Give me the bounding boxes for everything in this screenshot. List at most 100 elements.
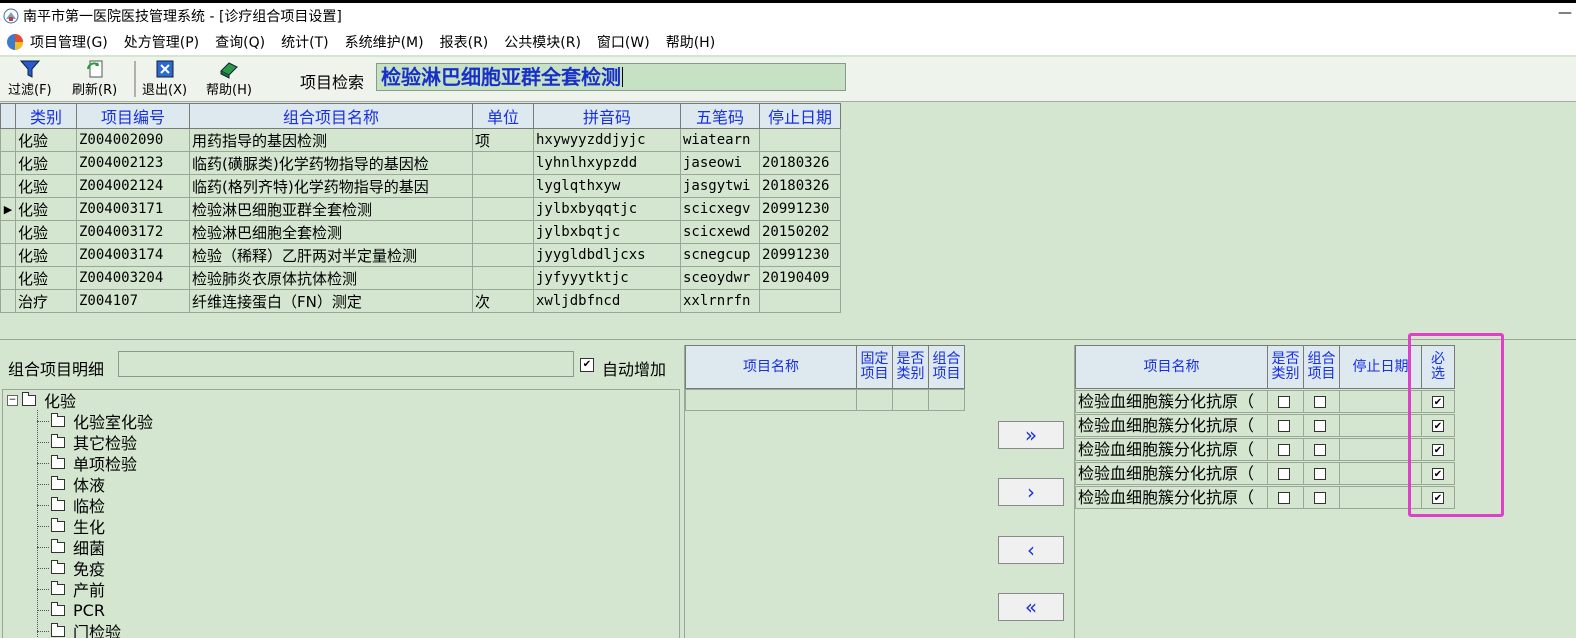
cell-stop-date[interactable]: 20991230: [759, 197, 841, 221]
cell-unit[interactable]: [472, 197, 534, 221]
right-cell-name[interactable]: 检验血细胞簇分化抗原（: [1075, 462, 1268, 485]
cell-pinyin[interactable]: jylbxbqtjc: [533, 220, 681, 244]
cell-stop-date[interactable]: 20991230: [759, 243, 841, 267]
cell-category[interactable]: 化验: [15, 174, 77, 198]
right-cell-group[interactable]: [1303, 486, 1340, 509]
group-checkbox[interactable]: [1314, 492, 1326, 504]
col-pinyin[interactable]: 拼音码: [533, 103, 681, 129]
right-col-is-category[interactable]: 是否类别: [1267, 345, 1304, 389]
cell-name[interactable]: 纤维连接蛋白（FN）测定: [189, 289, 473, 313]
cell-stop-date[interactable]: 20180326: [759, 174, 841, 198]
cell-unit[interactable]: 项: [472, 128, 534, 152]
search-input[interactable]: 检验淋巴细胞亚群全套检测: [376, 63, 846, 91]
right-cell-name[interactable]: 检验血细胞簇分化抗原（: [1075, 486, 1268, 509]
table-row[interactable]: 化验 Z004002123 临药(磺脲类)化学药物指导的基因检 lyhnlhxypzd…: [0, 151, 841, 175]
col-code[interactable]: 项目编号: [76, 103, 190, 129]
list-item[interactable]: 检验血细胞簇分化抗原（ ✔: [1075, 414, 1455, 437]
cell-name[interactable]: 检验（稀释）乙肝两对半定量检测: [189, 243, 473, 267]
right-cell-name[interactable]: 检验血细胞簇分化抗原（: [1075, 438, 1268, 461]
tree-node[interactable]: 化验室化验: [51, 411, 153, 432]
cell-pinyin[interactable]: lyglqthxyw: [533, 174, 681, 198]
table-row[interactable]: 化验 Z004003204 检验肺炎衣原体抗体检测 jyfyyytktjc sceoyd…: [0, 266, 841, 290]
cell-pinyin[interactable]: lyhnlhxypzdd: [533, 151, 681, 175]
col-category[interactable]: 类别: [15, 103, 77, 129]
tree-node[interactable]: 其它检验: [51, 432, 137, 453]
cell-wubi[interactable]: scicxewd: [680, 220, 760, 244]
remove-all-button[interactable]: «: [998, 593, 1064, 621]
filter-button[interactable]: 过滤(F): [8, 59, 52, 98]
mid-empty-cell[interactable]: [892, 389, 929, 411]
remove-one-button[interactable]: ‹: [998, 536, 1064, 564]
col-unit[interactable]: 单位: [472, 103, 534, 129]
tree-node-root[interactable]: − 化验: [7, 390, 76, 411]
right-col-group[interactable]: 组合项目: [1303, 345, 1340, 389]
cell-pinyin[interactable]: xwljdbfncd: [533, 289, 681, 313]
help-button[interactable]: 帮助(H): [206, 59, 252, 98]
group-checkbox[interactable]: [1314, 444, 1326, 456]
exit-button[interactable]: 退出(X): [142, 59, 187, 98]
cell-code[interactable]: Z004003172: [76, 220, 190, 244]
table-row[interactable]: 治疗 Z004107 纤维连接蛋白（FN）测定次 xwljdbfncd xxlrnrfn: [0, 289, 841, 313]
mid-col-is-category[interactable]: 是否类别: [892, 345, 929, 389]
cell-wubi[interactable]: jaseowi: [680, 151, 760, 175]
cell-unit[interactable]: [472, 220, 534, 244]
cell-name[interactable]: 检验肺炎衣原体抗体检测: [189, 266, 473, 290]
right-cell-is-category[interactable]: [1267, 438, 1304, 461]
is-category-checkbox[interactable]: [1278, 420, 1290, 432]
right-cell-name[interactable]: 检验血细胞簇分化抗原（: [1075, 414, 1268, 437]
list-item[interactable]: 检验血细胞簇分化抗原（ ✔: [1075, 390, 1455, 413]
right-cell-name[interactable]: 检验血细胞簇分化抗原（: [1075, 390, 1268, 413]
cell-wubi[interactable]: scicxegv: [680, 197, 760, 221]
cell-category[interactable]: 治疗: [15, 289, 77, 313]
cell-code[interactable]: Z004002124: [76, 174, 190, 198]
tree-node[interactable]: 产前: [51, 579, 105, 600]
right-cell-is-category[interactable]: [1267, 462, 1304, 485]
tree-node[interactable]: 体液: [51, 474, 105, 495]
tree-node[interactable]: 生化: [51, 516, 105, 537]
cell-unit[interactable]: [472, 174, 534, 198]
cell-unit[interactable]: [472, 243, 534, 267]
app-menu-icon[interactable]: [6, 33, 24, 51]
cell-pinyin[interactable]: jyygldbdljcxs: [533, 243, 681, 267]
add-all-button[interactable]: »: [998, 421, 1064, 449]
cell-category[interactable]: 化验: [15, 128, 77, 152]
cell-unit[interactable]: [472, 266, 534, 290]
cell-code[interactable]: Z004003174: [76, 243, 190, 267]
is-category-checkbox[interactable]: [1278, 444, 1290, 456]
cell-category[interactable]: 化验: [15, 220, 77, 244]
tree-node[interactable]: 免疫: [51, 558, 105, 579]
auto-add-checkbox[interactable]: ✔: [580, 358, 594, 372]
mid-col-group[interactable]: 组合项目: [928, 345, 965, 389]
cell-name[interactable]: 检验淋巴细胞全套检测: [189, 220, 473, 244]
minimize-button[interactable]: —: [1558, 5, 1572, 21]
tree-node[interactable]: 细菌: [51, 537, 105, 558]
cell-unit[interactable]: [472, 151, 534, 175]
cell-unit[interactable]: 次: [472, 289, 534, 313]
right-cell-is-category[interactable]: [1267, 486, 1304, 509]
collapse-icon[interactable]: −: [7, 394, 18, 406]
cell-stop-date[interactable]: [759, 128, 841, 152]
is-category-checkbox[interactable]: [1278, 468, 1290, 480]
menu-item-project[interactable]: 项目管理(G): [30, 32, 108, 52]
table-row[interactable]: 化验 Z004003172 检验淋巴细胞全套检测 jylbxbqtjc scicxewd…: [0, 220, 841, 244]
cell-name[interactable]: 用药指导的基因检测: [189, 128, 473, 152]
group-checkbox[interactable]: [1314, 396, 1326, 408]
table-row[interactable]: 化验 Z004003174 检验（稀释）乙肝两对半定量检测 jyygldbdljcxs…: [0, 243, 841, 267]
table-row[interactable]: ▶ 化验 Z004003171 检验淋巴细胞亚群全套检测 jylbxbyqqtjc sci…: [0, 197, 841, 221]
group-checkbox[interactable]: [1314, 420, 1326, 432]
menu-item-reports[interactable]: 报表(R): [440, 32, 489, 52]
detail-input[interactable]: [118, 351, 574, 377]
is-category-checkbox[interactable]: [1278, 492, 1290, 504]
right-cell-group[interactable]: [1303, 462, 1340, 485]
cell-category[interactable]: 化验: [15, 243, 77, 267]
mid-col-fixed[interactable]: 固定项目: [856, 345, 893, 389]
cell-stop-date[interactable]: 20180326: [759, 151, 841, 175]
col-wubi[interactable]: 五笔码: [680, 103, 760, 129]
right-cell-is-category[interactable]: [1267, 414, 1304, 437]
cell-name[interactable]: 检验淋巴细胞亚群全套检测: [189, 197, 473, 221]
cell-wubi[interactable]: sceoydwr: [680, 266, 760, 290]
right-cell-group[interactable]: [1303, 390, 1340, 413]
cell-category[interactable]: 化验: [15, 151, 77, 175]
list-item[interactable]: 检验血细胞簇分化抗原（ ✔: [1075, 462, 1455, 485]
list-item[interactable]: 检验血细胞簇分化抗原（ ✔: [1075, 438, 1455, 461]
